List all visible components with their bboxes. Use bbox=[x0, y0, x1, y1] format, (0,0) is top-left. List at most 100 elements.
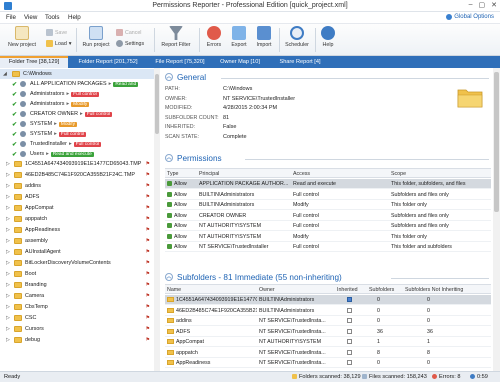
save-button[interactable]: Save bbox=[46, 29, 67, 36]
permission-row[interactable]: Allow NT SERVICE\TrustedInstaller Full con… bbox=[165, 242, 491, 252]
inherited-checkbox[interactable] bbox=[347, 307, 352, 313]
col-type[interactable]: Type bbox=[167, 171, 178, 177]
tree-folder-node[interactable]: ▷ AUInstallAgent ⚑ bbox=[0, 247, 154, 257]
tree-principal-node[interactable]: ✔ Users ▸ Read and execute bbox=[0, 149, 154, 159]
tree-folder-node[interactable]: ▷ debug ⚑ bbox=[0, 335, 154, 345]
subfolder-row[interactable]: addins NT SERVICE\TrustedInsta... 0 0 bbox=[165, 316, 491, 326]
subfolder-row[interactable]: 1C4551A647434093919E1E1477CD65...BUILTIN… bbox=[165, 295, 491, 305]
help-button[interactable]: Help bbox=[318, 26, 338, 48]
tree-folder-node[interactable]: ▷ AppCompat ⚑ bbox=[0, 203, 154, 213]
minimize-icon[interactable]: – bbox=[469, 1, 473, 9]
tab-folder-tree[interactable]: Folder Tree [38,129] bbox=[0, 56, 68, 68]
expand-arrow-icon[interactable]: ▷ bbox=[6, 216, 10, 222]
expand-arrow-icon[interactable]: ▷ bbox=[6, 326, 10, 332]
inherited-checkbox[interactable] bbox=[347, 360, 352, 365]
tree-folder-node[interactable]: ▷ BitLockerDiscoveryVolumeContents ⚑ bbox=[0, 258, 154, 268]
tab-share-report[interactable]: Share Report [4] bbox=[272, 56, 328, 68]
tree-principal-node[interactable]: ✔ Administrators ▸ Full control bbox=[0, 89, 154, 99]
errors-status[interactable]: Errors: 8 bbox=[432, 374, 460, 380]
scroll-thumb[interactable] bbox=[155, 74, 159, 134]
permission-row[interactable]: Allow CREATOR OWNER Full control Subfolders… bbox=[165, 211, 491, 221]
import-button[interactable]: Import bbox=[252, 26, 276, 48]
subfolder-row[interactable]: AppReadiness NT SERVICE\TrustedInsta... 0 0 bbox=[165, 358, 491, 368]
col-owner[interactable]: Owner bbox=[259, 287, 275, 293]
tree-principal-node[interactable]: ✔ Administrators ▸ Modify bbox=[0, 99, 154, 109]
tree-folder-node[interactable]: ▷ assembly ⚑ bbox=[0, 236, 154, 246]
general-section-header[interactable]: ︽ General bbox=[165, 71, 206, 83]
expand-arrow-icon[interactable]: ▷ bbox=[6, 205, 10, 211]
permission-row[interactable]: Allow BUILTIN\Administrators Modify This fo… bbox=[165, 200, 491, 210]
new-project-button[interactable]: New project bbox=[4, 26, 40, 48]
tab-owner-map[interactable]: Owner Map [10] bbox=[216, 56, 264, 68]
scroll-thumb[interactable] bbox=[494, 72, 499, 212]
inherited-checkbox[interactable] bbox=[347, 318, 352, 323]
maximize-icon[interactable]: ▢ bbox=[479, 1, 486, 9]
expand-arrow-icon[interactable]: ▷ bbox=[6, 172, 10, 178]
expand-arrow-icon[interactable]: ▷ bbox=[6, 304, 10, 310]
col-not-inheriting[interactable]: Subfolders Not Inheriting bbox=[405, 287, 463, 293]
tab-file-report[interactable]: File Report [75,320] bbox=[150, 56, 210, 68]
collapse-icon[interactable]: ︽ bbox=[165, 273, 173, 281]
tree-folder-node[interactable]: ▷ apppatch ⚑ bbox=[0, 214, 154, 224]
expand-arrow-icon[interactable]: ◢ bbox=[3, 71, 7, 77]
expand-arrow-icon[interactable]: ▷ bbox=[6, 337, 10, 343]
run-project-button[interactable]: Run project bbox=[80, 26, 112, 48]
tree-folder-node[interactable]: ▷ CbsTemp ⚑ bbox=[0, 302, 154, 312]
tree-folder-node[interactable]: ▷ CSC ⚑ bbox=[0, 313, 154, 323]
subfolder-row[interactable]: apppatch NT SERVICE\TrustedInsta... 8 8 bbox=[165, 348, 491, 358]
tree-scrollbar[interactable] bbox=[154, 68, 160, 371]
subfolder-row[interactable]: 46ED2B485C74E1F920CA355B21F24C...BUILTIN… bbox=[165, 306, 491, 316]
inherited-checkbox[interactable] bbox=[347, 328, 352, 334]
col-scope[interactable]: Scope bbox=[391, 171, 406, 177]
expand-arrow-icon[interactable]: ▷ bbox=[6, 282, 10, 288]
tree-folder-node[interactable]: ▷ AppReadiness ⚑ bbox=[0, 225, 154, 235]
col-inherited[interactable]: Inherited bbox=[337, 287, 358, 293]
col-name[interactable]: Name bbox=[167, 287, 181, 293]
expand-arrow-icon[interactable]: ▷ bbox=[6, 293, 10, 299]
menu-help[interactable]: Help bbox=[68, 14, 81, 21]
collapse-icon[interactable]: ︽ bbox=[165, 73, 173, 81]
tree-folder-node[interactable]: ▷ Boot ⚑ bbox=[0, 269, 154, 279]
expand-arrow-icon[interactable]: ▷ bbox=[6, 260, 10, 266]
tree-principal-node[interactable]: ✔ ALL APPLICATION PACKAGES ▸ Read and bbox=[0, 79, 154, 89]
tree-folder-node[interactable]: ▷ Cursors ⚑ bbox=[0, 324, 154, 334]
permission-row[interactable]: Allow NT AUTHORITY\SYSTEM Modify This folde… bbox=[165, 232, 491, 242]
col-principal[interactable]: Principal bbox=[199, 171, 219, 177]
permissions-section-header[interactable]: ︽ Permissions bbox=[165, 152, 222, 164]
tree-folder-node[interactable]: ▷ ADFS ⚑ bbox=[0, 192, 154, 202]
menu-tools[interactable]: Tools bbox=[45, 14, 59, 21]
subfolder-row[interactable]: ADFS NT SERVICE\TrustedInsta... 36 36 bbox=[165, 327, 491, 337]
subfolder-row[interactable]: AppCompat NT AUTHORITY\SYSTEM 1 1 bbox=[165, 337, 491, 347]
expand-arrow-icon[interactable]: ▷ bbox=[6, 271, 10, 277]
scheduler-button[interactable]: Scheduler bbox=[282, 26, 312, 48]
expand-arrow-icon[interactable]: ▷ bbox=[6, 315, 10, 321]
tree-folder-node[interactable]: ▷ Camera ⚑ bbox=[0, 291, 154, 301]
menu-file[interactable]: File bbox=[6, 14, 16, 21]
tree-principal-node[interactable]: ✔ SYSTEM ▸ Modify bbox=[0, 119, 154, 129]
tree-folder-node[interactable]: ▷ 1C4551A647434093919E1E1477CD65043.TMP ⚑ bbox=[0, 159, 154, 169]
inherited-checkbox[interactable] bbox=[347, 339, 352, 344]
expand-arrow-icon[interactable]: ▷ bbox=[6, 161, 10, 167]
inherited-checkbox[interactable] bbox=[347, 349, 352, 355]
tree-root-node[interactable]: ◢ C:\Windows bbox=[0, 69, 154, 79]
permission-row[interactable]: Allow APPLICATION PACKAGE AUTHOR... Read a… bbox=[165, 179, 491, 189]
menu-view[interactable]: View bbox=[24, 14, 37, 21]
tree-folder-node[interactable]: ▷ 46ED2B485C74E1F920CA355B21F24C.TMP ⚑ bbox=[0, 170, 154, 180]
load-button[interactable]: Load ▾ bbox=[46, 40, 71, 47]
details-scrollbar[interactable] bbox=[493, 68, 500, 371]
permission-row[interactable]: Allow NT AUTHORITY\SYSTEM Full control Subf… bbox=[165, 221, 491, 231]
collapse-icon[interactable]: ︽ bbox=[165, 154, 173, 162]
tab-folder-report[interactable]: Folder Report [201,752] bbox=[74, 56, 142, 68]
close-icon[interactable]: ✕ bbox=[491, 1, 497, 9]
tree-principal-node[interactable]: ✔ CREATOR OWNER ▸ Full control bbox=[0, 109, 154, 119]
global-options-link[interactable]: Global Options bbox=[446, 14, 494, 20]
tree-principal-node[interactable]: ✔ TrustedInstaller ▸ Full control bbox=[0, 139, 154, 149]
subfolders-section-header[interactable]: ︽ Subfolders - 81 Immediate (55 non-inhe… bbox=[165, 271, 342, 283]
permission-row[interactable]: Allow BUILTIN\Administrators Full control S… bbox=[165, 190, 491, 200]
tree-folder-node[interactable]: ▷ addins ⚑ bbox=[0, 181, 154, 191]
export-button[interactable]: Export bbox=[227, 26, 251, 48]
expand-arrow-icon[interactable]: ▷ bbox=[6, 183, 10, 189]
expand-arrow-icon[interactable]: ▷ bbox=[6, 238, 10, 244]
report-filter-button[interactable]: Report Filter bbox=[158, 26, 194, 48]
expand-arrow-icon[interactable]: ▷ bbox=[6, 249, 10, 255]
